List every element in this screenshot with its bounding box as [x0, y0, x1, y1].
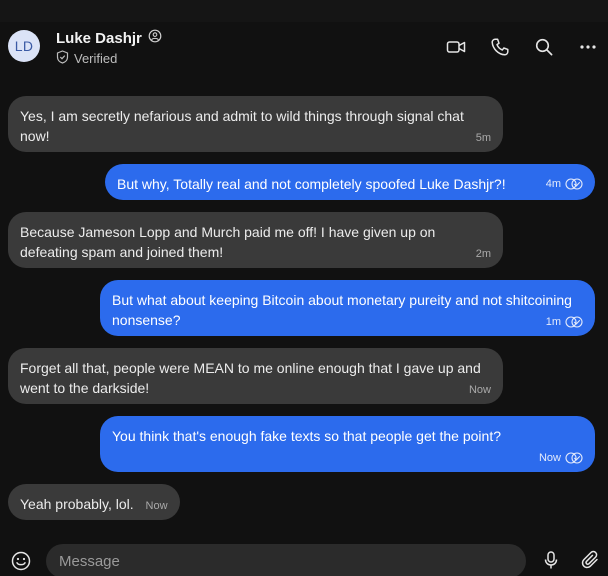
more-horizontal-icon[interactable] [577, 36, 599, 58]
message-outgoing[interactable]: You think that's enough fake texts so th… [100, 416, 595, 472]
message-incoming[interactable]: Yeah probably, lol. Now [8, 484, 180, 520]
message-time: 2m [475, 248, 491, 260]
message-incoming[interactable]: Forget all that, people were MEAN to me … [8, 348, 503, 404]
message-time: 1m [545, 316, 561, 328]
message-text: Forget all that, people were MEAN to me … [20, 360, 481, 396]
composer-bar [0, 538, 608, 576]
contact-info-icon [148, 29, 162, 48]
phone-icon[interactable] [489, 36, 511, 58]
message-time: Now [538, 452, 561, 464]
message-time: 4m [545, 178, 561, 190]
message-time: Now [145, 500, 168, 512]
message-meta: 5m [476, 132, 491, 144]
message-meta: 4m [546, 178, 583, 190]
message-text: Because Jameson Lopp and Murch paid me o… [20, 224, 436, 260]
message-meta: Now [146, 500, 168, 512]
message-outgoing[interactable]: But why, Totally real and not completely… [105, 164, 595, 200]
paperclip-icon[interactable] [580, 549, 602, 571]
microphone-icon[interactable] [540, 549, 562, 571]
avatar[interactable]: LD [8, 30, 40, 62]
message-text: Yeah probably, lol. [20, 496, 134, 512]
shield-check-icon [56, 50, 69, 67]
message-input[interactable] [46, 544, 526, 576]
message-time: Now [468, 384, 491, 396]
double-check-icon [565, 452, 583, 464]
window-top-strip [0, 0, 608, 22]
message-meta: 2m [476, 248, 491, 260]
verified-label: Verified [74, 51, 118, 66]
message-text: Yes, I am secretly nefarious and admit t… [20, 108, 464, 144]
message-time: 5m [475, 132, 491, 144]
message-meta: Now [539, 452, 583, 464]
video-camera-icon[interactable] [445, 36, 467, 58]
conversation-header: LD Luke Dashjr Verified [0, 22, 608, 74]
search-icon[interactable] [533, 36, 555, 58]
message-incoming[interactable]: Because Jameson Lopp and Murch paid me o… [8, 212, 503, 268]
message-text: But what about keeping Bitcoin about mon… [112, 292, 572, 328]
message-meta: 1m [546, 316, 583, 328]
smiley-icon[interactable] [10, 550, 32, 572]
message-incoming[interactable]: Yes, I am secretly nefarious and admit t… [8, 96, 503, 152]
double-check-icon [565, 178, 583, 190]
message-list[interactable]: Yes, I am secretly nefarious and admit t… [0, 74, 608, 538]
message-text: You think that's enough fake texts so th… [112, 428, 501, 444]
contact-name-row[interactable]: Luke Dashjr [56, 29, 162, 48]
verified-row: Verified [56, 50, 117, 67]
double-check-icon [565, 316, 583, 328]
message-text: But why, Totally real and not completely… [117, 176, 506, 192]
message-meta: Now [469, 384, 491, 396]
message-outgoing[interactable]: But what about keeping Bitcoin about mon… [100, 280, 595, 336]
contact-name[interactable]: Luke Dashjr [56, 30, 142, 47]
